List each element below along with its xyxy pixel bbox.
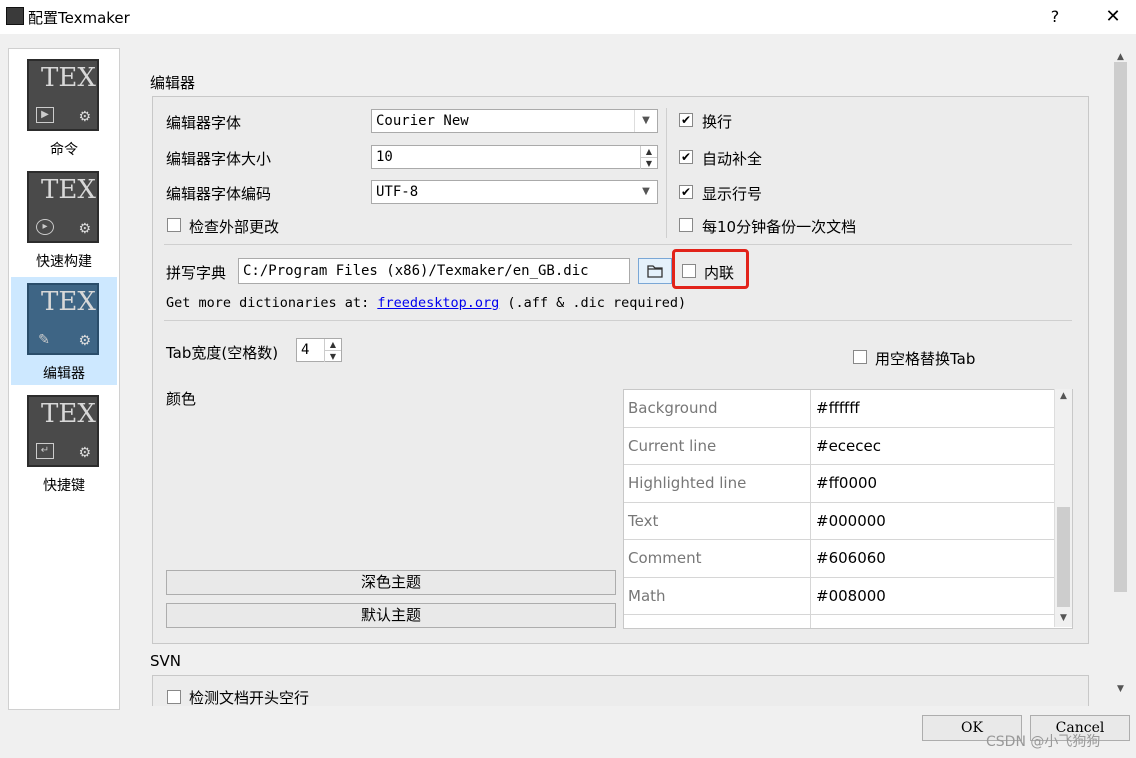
color-value[interactable]: #008000 [816, 587, 886, 605]
color-name: Text [628, 511, 659, 530]
folder-icon [647, 265, 663, 278]
sidebar-item-label: 命令 [50, 142, 78, 158]
divider [666, 108, 667, 238]
settings-sidebar: TEX ▶ ⚙ 命令 TEX ▸ ⚙ 快速构建 TEX ✎ ⚙ 编辑器 TEX ↵ ⚙ … [8, 48, 120, 710]
check-external-checkbox[interactable] [167, 218, 181, 232]
spin-up-icon[interactable]: ▲ [324, 339, 341, 350]
settings-scrollbar[interactable]: ▲ ▼ [1112, 48, 1129, 700]
browse-folder-button[interactable] [638, 258, 672, 284]
window-title: 配置Texmaker [28, 9, 130, 27]
color-value[interactable]: #ff0000 [816, 474, 877, 492]
sidebar-item-shortcuts[interactable]: TEX ↵ ⚙ 快捷键 [11, 389, 117, 497]
sidebar-item-label: 编辑器 [43, 366, 85, 382]
color-name: Background [628, 399, 718, 417]
dictionary-hint-suffix: (.aff & .dic required) [499, 295, 687, 311]
font-size-spinbox[interactable]: 10 ▲ ▼ [371, 145, 658, 169]
wrap-label: 换行 [702, 113, 733, 131]
sidebar-item-commands[interactable]: TEX ▶ ⚙ 命令 [11, 53, 117, 161]
spin-down-icon[interactable]: ▼ [324, 350, 341, 362]
color-name: Math [628, 586, 666, 605]
check-external-label: 检查外部更改 [189, 218, 280, 236]
divider [164, 320, 1072, 321]
svn-check-checkbox[interactable] [167, 690, 181, 704]
tab-width-spinbox[interactable]: 4 ▲ ▼ [296, 338, 342, 362]
dictionary-label: 拼写字典 [166, 264, 227, 282]
scrollbar-thumb[interactable] [1114, 62, 1127, 592]
app-icon [6, 7, 24, 25]
table-row-partial [624, 615, 1054, 628]
title-bar [0, 0, 1136, 34]
wrap-checkbox[interactable] [679, 113, 693, 127]
default-theme-button[interactable]: 默认主题 [166, 603, 616, 628]
table-row[interactable]: Current line #ececec [624, 427, 1054, 465]
inline-checkbox[interactable] [682, 264, 696, 278]
font-combo-value: Courier New [376, 113, 469, 129]
chevron-down-icon: ▼ [642, 186, 650, 197]
font-label: 编辑器字体 [166, 114, 242, 132]
tex-command-icon: TEX ▶ ⚙ [27, 59, 99, 131]
font-combo[interactable]: Courier New ▼ [371, 109, 658, 133]
svn-group: 检测文档开头空行 [152, 675, 1089, 706]
tex-editor-icon: TEX ✎ ⚙ [27, 283, 99, 355]
color-name: Current line [628, 436, 717, 455]
svn-section-title: SVN [150, 652, 182, 670]
scroll-down-icon[interactable]: ▼ [1112, 684, 1129, 694]
autocomplete-label: 自动补全 [702, 150, 763, 168]
color-value[interactable]: #606060 [816, 549, 886, 567]
dictionary-link[interactable]: freedesktop.org [377, 295, 499, 311]
scroll-down-icon[interactable]: ▼ [1055, 613, 1072, 623]
table-row[interactable]: Comment #606060 [624, 540, 1054, 578]
autocomplete-checkbox[interactable] [679, 150, 693, 164]
dictionary-hint: Get more dictionaries at: freedesktop.or… [166, 295, 686, 311]
spin-down-icon[interactable]: ▼ [640, 157, 657, 169]
scrollbar-thumb[interactable] [1057, 507, 1070, 607]
sidebar-item-quickbuild[interactable]: TEX ▸ ⚙ 快速构建 [11, 165, 117, 273]
font-size-label: 编辑器字体大小 [166, 150, 272, 168]
replace-tab-label: 用空格替换Tab [875, 350, 976, 368]
tab-width-value: 4 [301, 342, 310, 358]
font-size-value: 10 [376, 149, 393, 165]
color-table: Background #ffffff Current line #ececec Hi… [623, 389, 1073, 629]
help-button[interactable]: ? [1040, 4, 1070, 30]
backup-checkbox[interactable] [679, 218, 693, 232]
sidebar-item-label: 快捷键 [43, 478, 85, 494]
chevron-down-icon: ▼ [634, 110, 657, 132]
svn-check-label: 检测文档开头空行 [189, 689, 310, 706]
tex-quickbuild-icon: TEX ▸ ⚙ [27, 171, 99, 243]
color-value[interactable]: #ffffff [816, 399, 860, 417]
sidebar-item-label: 快速构建 [36, 254, 92, 270]
backup-label: 每10分钟备份一次文档 [702, 218, 857, 236]
dictionary-path-value: C:/Program Files (x86)/Texmaker/en_GB.di… [243, 263, 589, 279]
color-value[interactable]: #ececec [816, 437, 881, 455]
color-value[interactable]: #000000 [816, 512, 886, 530]
color-label: 颜色 [166, 390, 197, 408]
spin-up-icon[interactable]: ▲ [640, 146, 657, 157]
table-row[interactable]: Text #000000 [624, 502, 1054, 540]
watermark: CSDN @小飞狗狗 [986, 734, 1101, 750]
table-row[interactable]: Math #008000 [624, 577, 1054, 615]
close-button[interactable]: ✕ [1096, 4, 1130, 30]
table-row[interactable]: Background #ffffff [624, 390, 1054, 428]
color-table-scrollbar[interactable]: ▲ ▼ [1054, 389, 1072, 627]
line-numbers-label: 显示行号 [702, 185, 763, 203]
encoding-combo[interactable]: UTF-8 ▼ [371, 180, 658, 204]
replace-tab-checkbox[interactable] [853, 350, 867, 364]
scroll-up-icon[interactable]: ▲ [1055, 391, 1072, 401]
scroll-up-icon[interactable]: ▲ [1112, 52, 1129, 62]
dark-theme-button[interactable]: 深色主题 [166, 570, 616, 595]
dictionary-hint-prefix: Get more dictionaries at: [166, 295, 378, 311]
editor-section-title: 编辑器 [150, 74, 196, 92]
line-numbers-checkbox[interactable] [679, 185, 693, 199]
tab-width-label: Tab宽度(空格数) [166, 344, 279, 362]
inline-label: 内联 [704, 264, 735, 282]
sidebar-item-editor[interactable]: TEX ✎ ⚙ 编辑器 [11, 277, 117, 385]
table-row[interactable]: Highlighted line #ff0000 [624, 465, 1054, 503]
encoding-combo-value: UTF-8 [376, 184, 419, 200]
color-name: Highlighted line [628, 474, 747, 492]
color-name: Comment [628, 549, 702, 567]
encoding-label: 编辑器字体编码 [166, 185, 272, 203]
divider [164, 244, 1072, 245]
tex-shortcuts-icon: TEX ↵ ⚙ [27, 395, 99, 467]
dictionary-path-input[interactable]: C:/Program Files (x86)/Texmaker/en_GB.di… [238, 258, 630, 284]
